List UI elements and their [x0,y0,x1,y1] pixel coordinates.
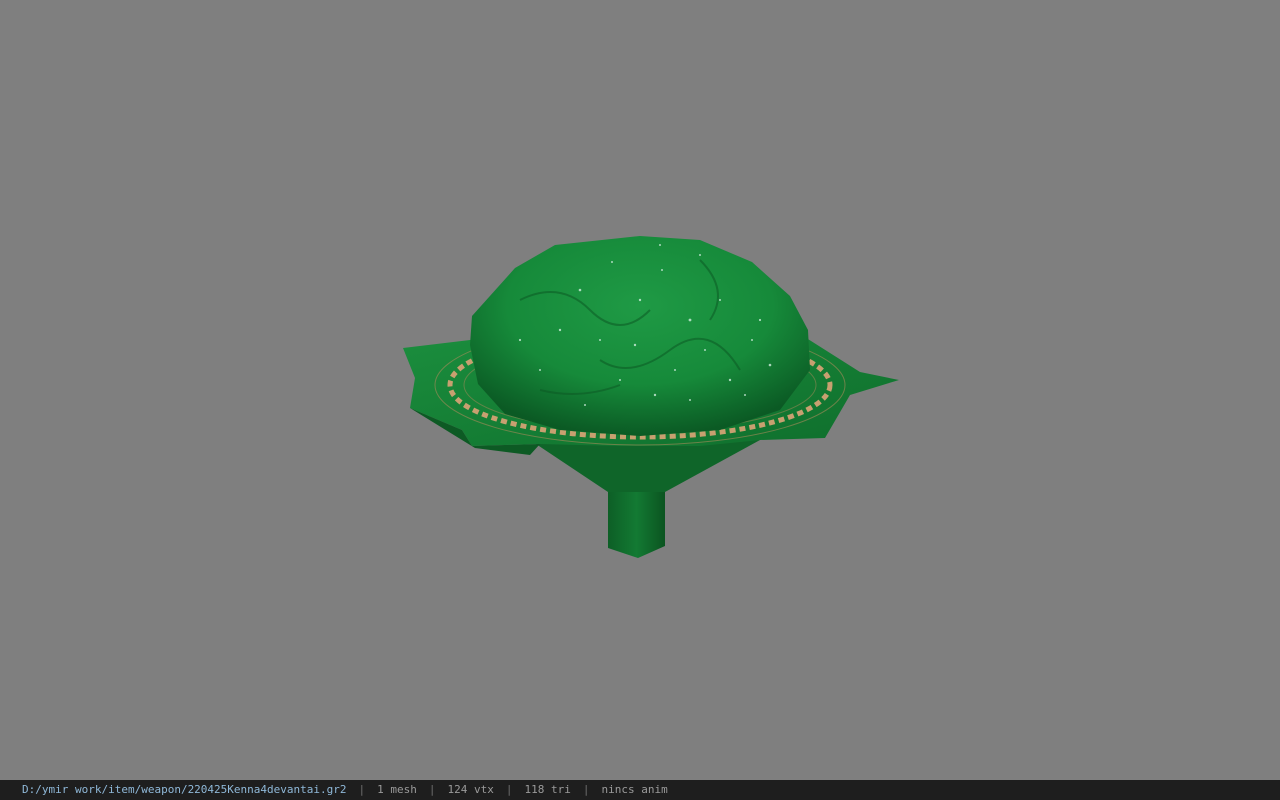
model-dome [470,236,810,436]
model-render [403,236,899,558]
status-separator: | [505,783,513,796]
status-separator: | [582,783,590,796]
status-separator: | [358,783,366,796]
model-stem [530,440,760,558]
status-file-path: D:/ymir work/item/weapon/220425Kenna4dev… [22,783,347,796]
status-animation: nincs anim [601,783,668,796]
status-mesh-count: 1 mesh [377,783,417,796]
status-triangle-count: 118 tri [524,783,571,796]
status-bar: D:/ymir work/item/weapon/220425Kenna4dev… [0,780,1280,800]
status-separator: | [428,783,436,796]
3d-viewport[interactable] [0,0,1280,780]
status-vertex-count: 124 vtx [447,783,494,796]
